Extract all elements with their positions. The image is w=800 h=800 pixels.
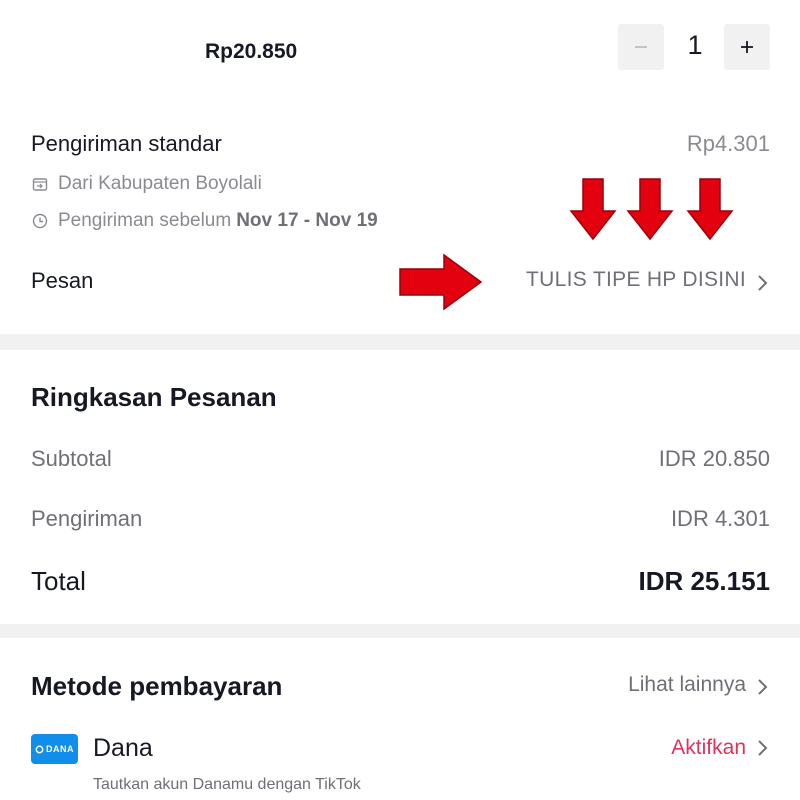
- section-divider: [0, 334, 800, 350]
- shipping-eta-range: Nov 17 - Nov 19: [236, 210, 378, 231]
- shipping-cost-label: Pengiriman: [31, 506, 143, 531]
- shipping-price: Rp4.301: [686, 131, 770, 156]
- chevron-right-icon[interactable]: [756, 737, 770, 759]
- quantity-increase-button[interactable]: [724, 24, 770, 70]
- shipping-eta-row: Pengiriman sebelum Nov 17 - Nov 19: [31, 210, 378, 232]
- quantity-decrease-button[interactable]: [618, 24, 664, 70]
- subtotal-value: IDR 20.850: [658, 446, 770, 471]
- activate-dana-button[interactable]: Aktifkan: [671, 736, 746, 760]
- order-summary-title: Ringkasan Pesanan: [31, 382, 277, 412]
- shipping-method-title: Pengiriman standar: [31, 131, 222, 156]
- down-arrow-annotation-icon: [626, 178, 674, 241]
- product-shipping-card: Rp20.850 1 Pengiriman standar Rp4.301 Da…: [0, 0, 800, 334]
- dana-mark-icon: [35, 745, 44, 753]
- dana-logo: DANA: [31, 734, 78, 764]
- package-arrow-icon: [31, 175, 49, 193]
- total-value: IDR 25.151: [638, 566, 770, 596]
- down-arrow-annotation-icon: [569, 178, 617, 241]
- payment-method-name[interactable]: Dana: [93, 734, 153, 763]
- shipping-eta-prefix: Pengiriman sebelum: [58, 210, 232, 231]
- shipping-origin-row: Dari Kabupaten Boyolali: [31, 173, 262, 195]
- total-label: Total: [31, 566, 86, 596]
- quantity-value[interactable]: 1: [670, 30, 720, 61]
- shipping-origin-text: Dari Kabupaten Boyolali: [58, 173, 262, 194]
- message-input[interactable]: TULIS TIPE HP DISINI: [526, 268, 746, 292]
- chevron-right-icon[interactable]: [756, 272, 770, 294]
- chevron-right-icon[interactable]: [756, 676, 770, 698]
- subtotal-label: Subtotal: [31, 446, 112, 471]
- clock-icon: [31, 212, 49, 230]
- see-more-payment-link[interactable]: Lihat lainnya: [628, 673, 746, 697]
- right-arrow-annotation-icon: [399, 253, 483, 311]
- shipping-cost-value: IDR 4.301: [670, 506, 770, 531]
- product-price: Rp20.850: [205, 40, 298, 63]
- payment-method-hint: Tautkan akun Danamu dengan TikTok: [93, 776, 361, 793]
- payment-method-title: Metode pembayaran: [31, 671, 283, 701]
- section-divider: [0, 624, 800, 638]
- down-arrow-annotation-icon: [686, 178, 734, 241]
- message-label: Pesan: [31, 268, 94, 293]
- dana-logo-text: DANA: [46, 744, 74, 754]
- minus-icon: [635, 46, 647, 48]
- plus-icon: [741, 41, 753, 53]
